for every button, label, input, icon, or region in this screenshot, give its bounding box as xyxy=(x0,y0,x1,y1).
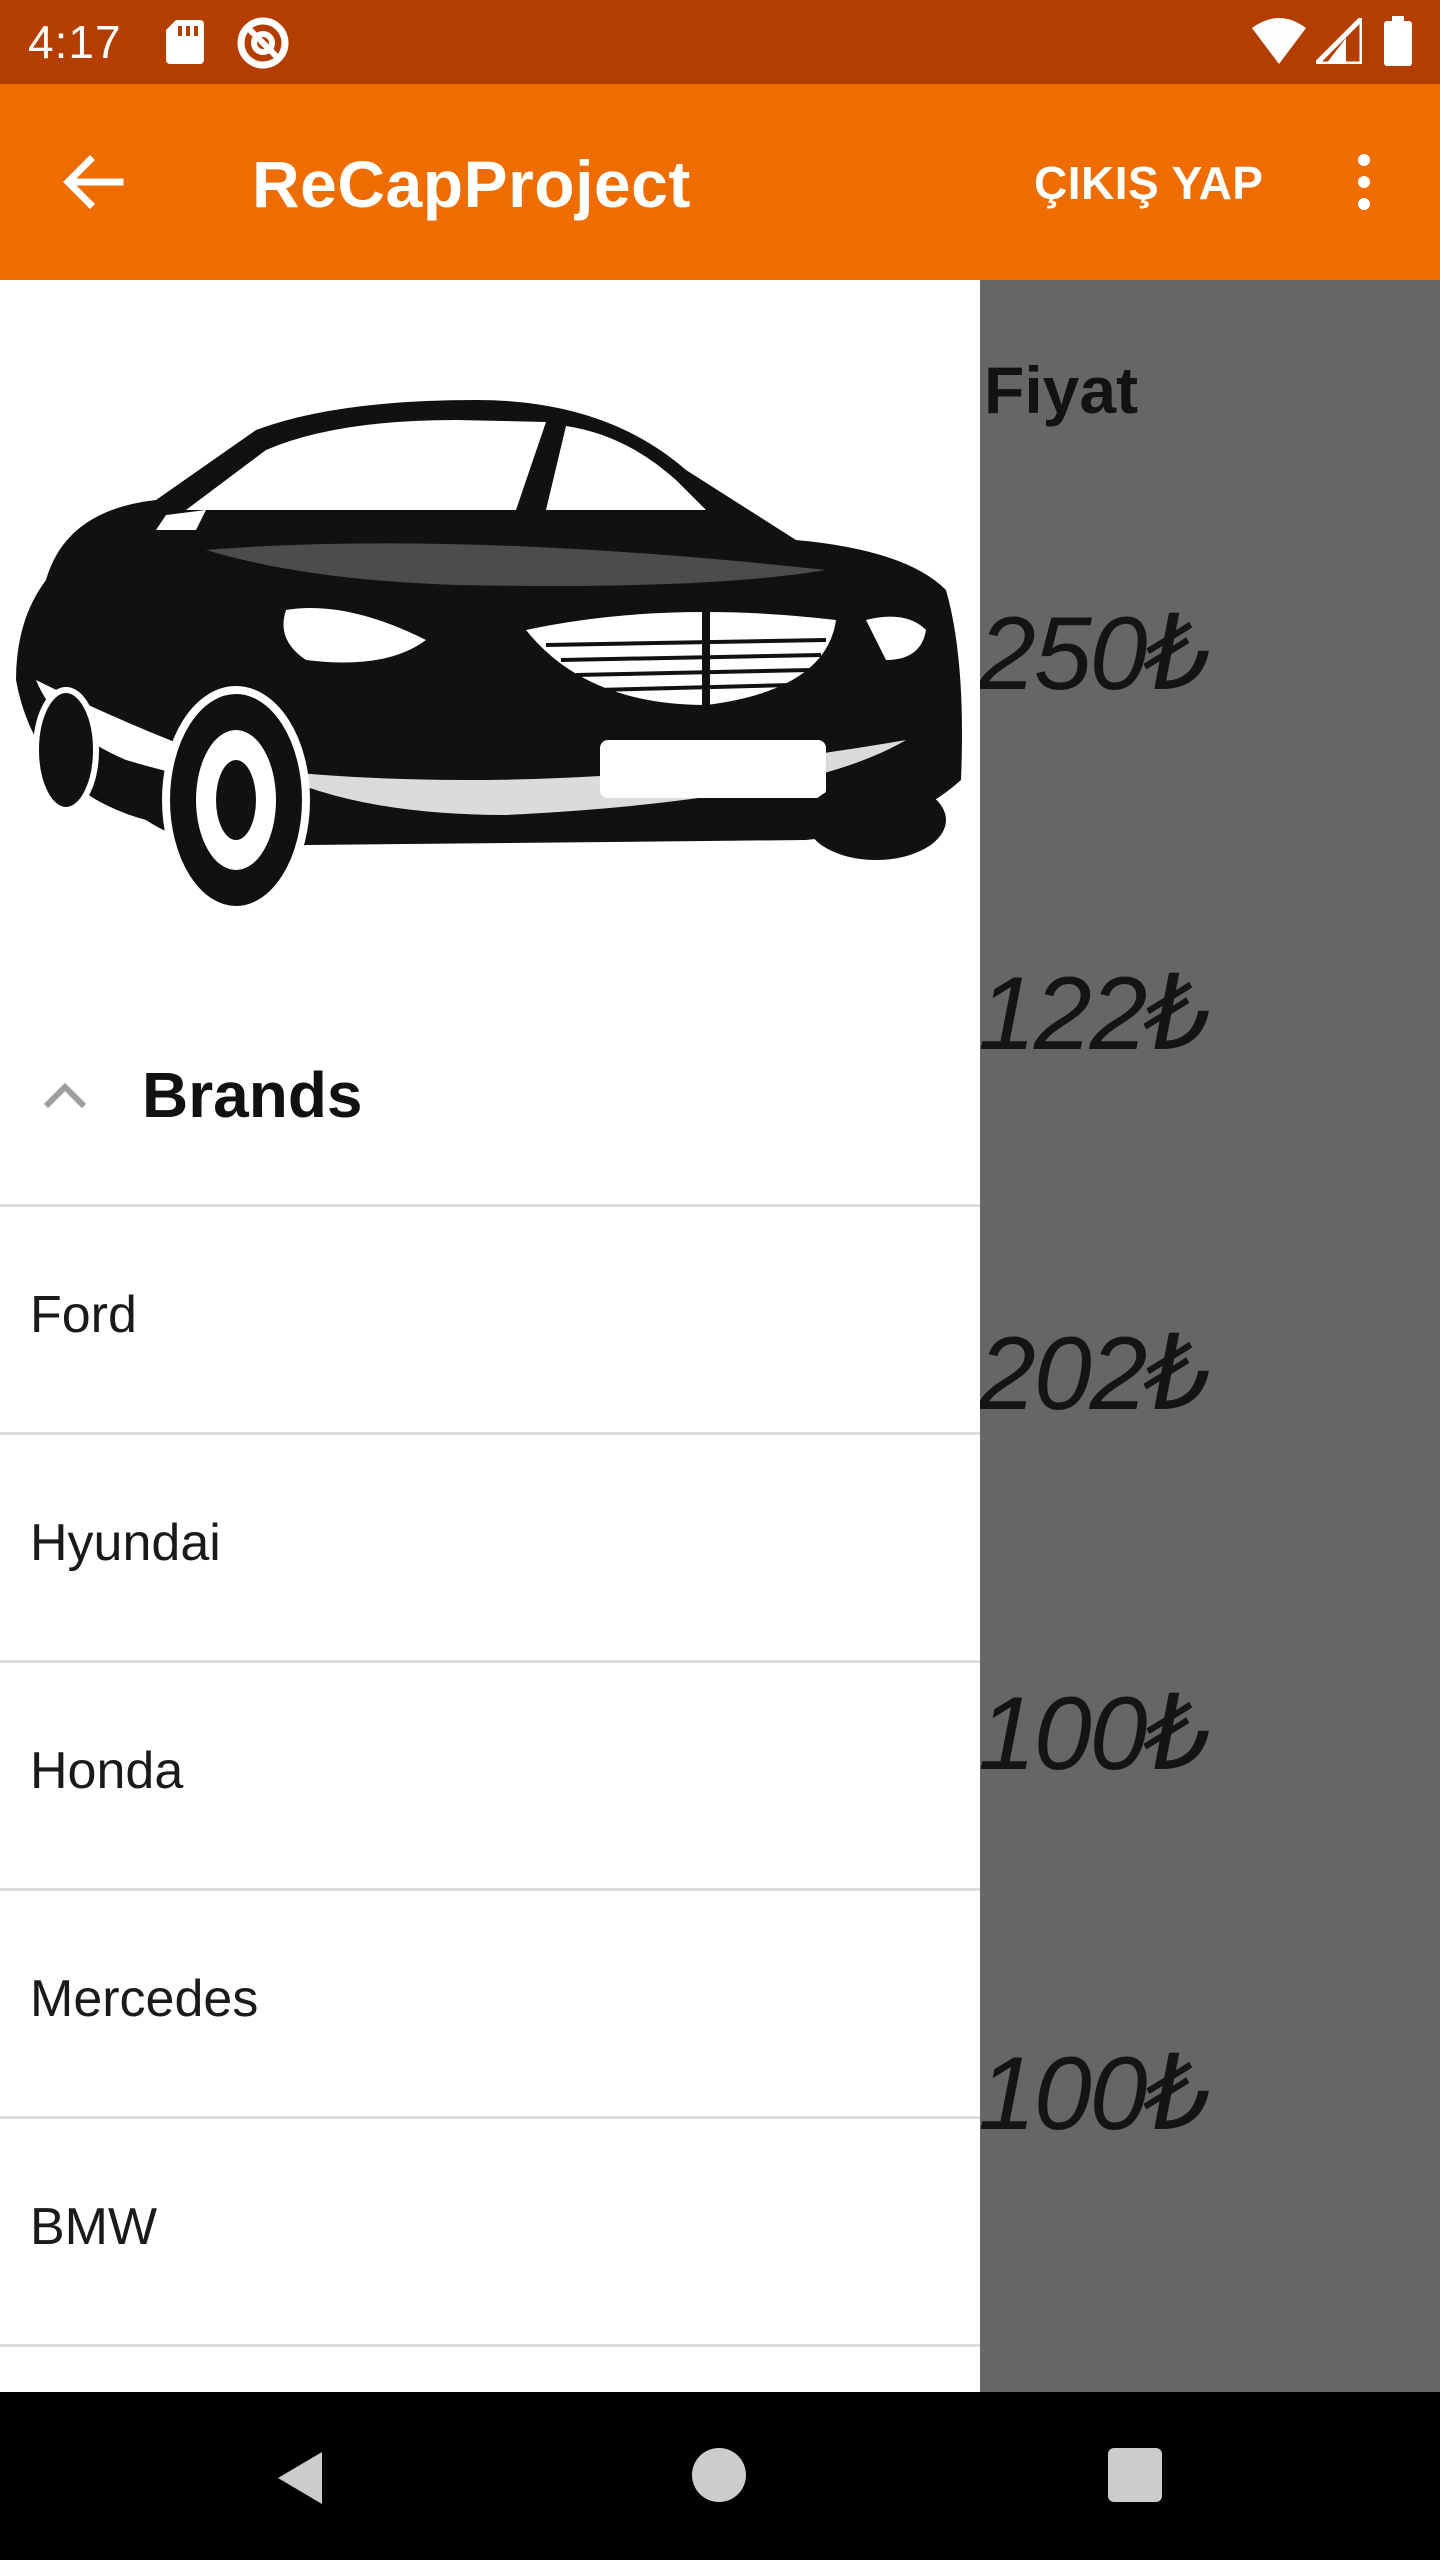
app-title: ReCapProject xyxy=(252,147,691,221)
brand-label: BMW xyxy=(30,2198,158,2256)
wifi-icon xyxy=(1252,18,1306,64)
brand-item-bmw[interactable]: BMW xyxy=(0,2116,980,2344)
status-bar: 4:17 xyxy=(0,0,1440,84)
car-illustration xyxy=(16,400,962,914)
nav-home-icon[interactable] xyxy=(692,2448,746,2502)
brand-label: Ford xyxy=(30,1286,137,1344)
app-bar: ReCapProject ÇIKIŞ YAP xyxy=(0,84,1440,280)
brand-label: Honda xyxy=(30,1742,184,1800)
price-value: 122₺ xyxy=(978,956,1212,1072)
brands-section-title: Brands xyxy=(142,1059,363,1131)
brands-section-header[interactable]: Brands xyxy=(0,1020,980,1180)
sd-card-icon xyxy=(166,20,204,64)
nav-back-icon[interactable] xyxy=(270,2448,330,2508)
brand-list: Ford Hyundai Honda Mercedes BMW xyxy=(0,1204,980,2392)
brand-item-honda[interactable]: Honda xyxy=(0,1660,980,1888)
price-value: 100₺ xyxy=(978,1676,1212,1792)
navigation-drawer: Brands Ford Hyundai Honda Mercedes BMW xyxy=(0,280,980,2392)
status-time: 4:17 xyxy=(28,16,122,68)
chevron-up-icon xyxy=(43,1082,87,1109)
brand-item-ford[interactable]: Ford xyxy=(0,1204,980,1432)
price-value: 100₺ xyxy=(978,2036,1212,2152)
price-value: 202₺ xyxy=(978,1316,1212,1432)
brand-item-mercedes[interactable]: Mercedes xyxy=(0,1888,980,2116)
battery-icon xyxy=(1384,16,1412,66)
brand-item-more[interactable] xyxy=(0,2344,980,2392)
brand-item-hyundai[interactable]: Hyundai xyxy=(0,1432,980,1660)
more-vert-icon[interactable] xyxy=(1346,150,1382,214)
nav-recents-icon[interactable] xyxy=(1108,2448,1162,2502)
system-nav-bar xyxy=(0,2392,1440,2560)
brand-label: Mercedes xyxy=(30,1970,259,2028)
price-value: 250₺ xyxy=(978,596,1212,712)
logout-button[interactable]: ÇIKIŞ YAP xyxy=(1034,154,1264,212)
back-arrow-icon[interactable] xyxy=(60,150,124,214)
cell-signal-icon xyxy=(1316,18,1362,64)
sync-disabled-icon xyxy=(237,17,289,69)
price-column-header: Fiyat xyxy=(984,353,1139,427)
brand-label: Hyundai xyxy=(30,1514,221,1572)
